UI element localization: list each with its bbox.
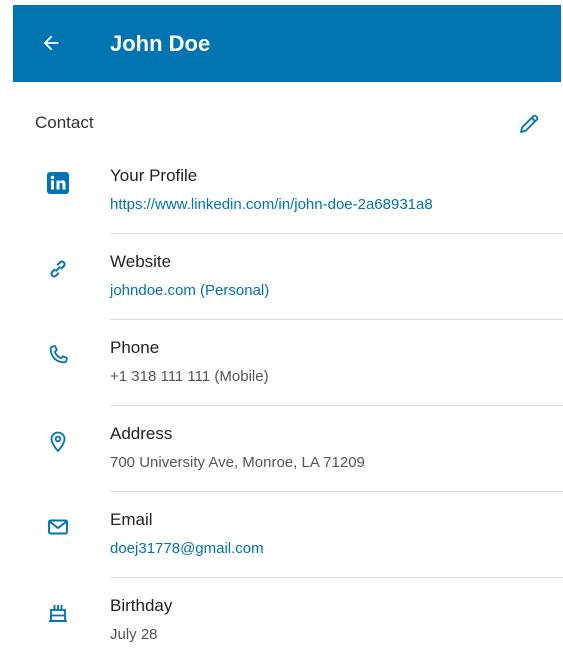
contact-item-label: Email: [110, 510, 153, 529]
edit-button[interactable]: [515, 110, 543, 138]
contact-item-label: Birthday: [110, 596, 173, 615]
pencil-icon: [520, 114, 539, 133]
section-title: Contact: [35, 113, 94, 132]
envelope-icon: [45, 514, 71, 540]
birthday-value: July 28: [110, 626, 158, 643]
link-icon: [45, 256, 71, 282]
contact-item-email[interactable]: Email doej31778@gmail.com: [0, 492, 563, 578]
linkedin-icon: [45, 170, 71, 196]
app-bar: John Doe: [13, 5, 561, 82]
contact-item-label: Website: [110, 252, 172, 271]
cake-icon: [45, 600, 71, 626]
contact-item-label: Address: [110, 424, 173, 443]
arrow-left-icon: [43, 35, 59, 51]
contact-item-address[interactable]: Address 700 University Ave, Monroe, LA 7…: [0, 406, 563, 492]
phone-value: +1 318 111 111 (Mobile): [110, 368, 269, 385]
location-pin-icon: [45, 428, 71, 454]
contact-item-birthday[interactable]: Birthday July 28: [0, 578, 563, 664]
contact-item-phone[interactable]: Phone +1 318 111 111 (Mobile): [0, 320, 563, 406]
contact-item-profile[interactable]: Your Profile https://www.linkedin.com/in…: [0, 148, 563, 234]
back-button[interactable]: [37, 29, 65, 57]
contact-item-website[interactable]: Website johndoe.com (Personal): [0, 234, 563, 320]
website-link[interactable]: johndoe.com (Personal): [110, 282, 269, 299]
phone-icon: [45, 342, 71, 368]
page-title: John Doe: [110, 31, 211, 56]
address-value: 700 University Ave, Monroe, LA 71209: [110, 454, 365, 471]
email-link[interactable]: doej31778@gmail.com: [110, 540, 264, 557]
profile-url-link[interactable]: https://www.linkedin.com/in/john-doe-2a6…: [110, 196, 433, 213]
contact-section-header: Contact: [35, 110, 545, 140]
contact-item-label: Your Profile: [110, 166, 198, 185]
contact-item-label: Phone: [110, 338, 160, 357]
